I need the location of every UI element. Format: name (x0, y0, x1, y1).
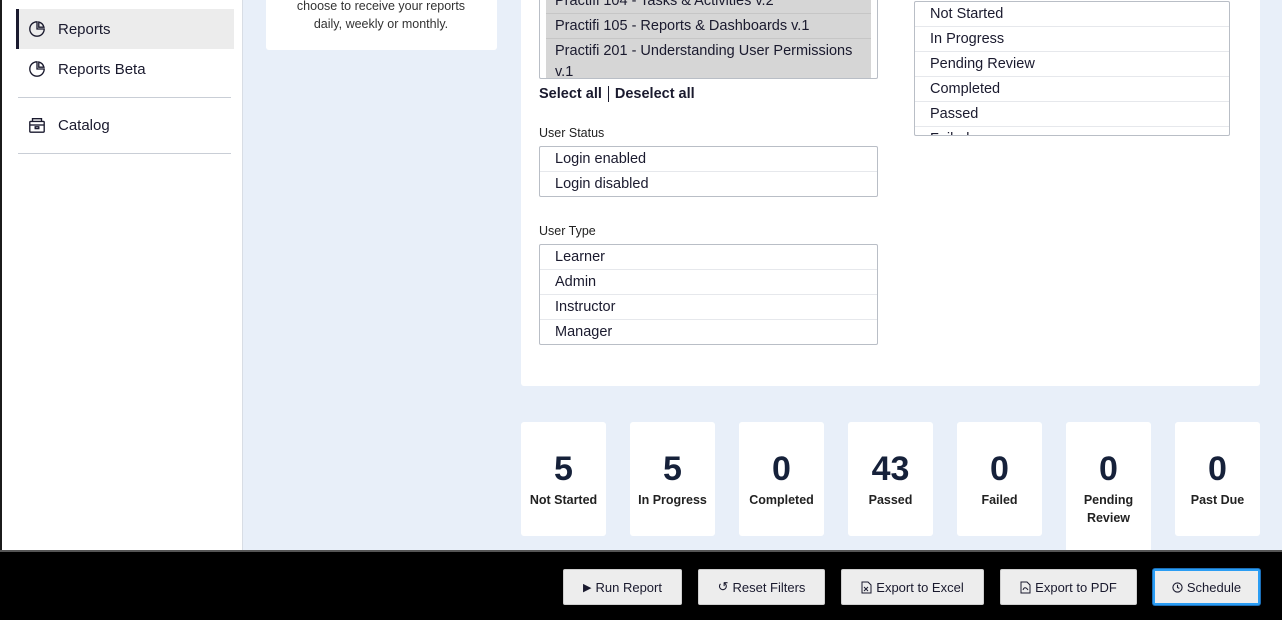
stat-value: 0 (990, 450, 1009, 488)
stat-label: In Progress (638, 493, 707, 507)
sidebar-item-reports[interactable]: Reports (16, 9, 234, 49)
progress-status-listbox[interactable]: Not Started In Progress Pending Review C… (914, 1, 1230, 136)
stat-value: 0 (1099, 450, 1118, 488)
progress-status-option[interactable]: In Progress (915, 27, 1229, 52)
progress-status-option[interactable]: Passed (915, 102, 1229, 127)
stat-value: 0 (772, 450, 791, 488)
schedule-info-text: choose to receive your reports daily, we… (296, 0, 466, 31)
course-option[interactable]: Practifi 201 - Understanding User Permis… (546, 39, 871, 78)
sidebar-item-catalog[interactable]: Catalog (16, 105, 234, 145)
sidebar-item-reports-beta[interactable]: Reports Beta (16, 49, 234, 89)
user-type-option[interactable]: Learner (540, 245, 877, 270)
user-type-option[interactable]: Instructor (540, 295, 877, 320)
sidebar: Reports Reports Beta Catalog (0, 0, 243, 552)
sidebar-item-label: Catalog (58, 116, 110, 134)
stat-label: Completed (749, 493, 814, 507)
pie-chart-icon (29, 61, 45, 77)
reset-icon: ↺ (717, 579, 729, 594)
user-status-option[interactable]: Login enabled (540, 147, 877, 172)
clock-icon (1172, 581, 1183, 593)
stat-value: 5 (663, 450, 682, 488)
stat-card-completed: 0 Completed (739, 422, 824, 536)
pdf-file-icon (1020, 581, 1031, 593)
export-excel-button[interactable]: Export to Excel (841, 569, 984, 605)
stat-label: Not Started (529, 493, 598, 507)
sidebar-divider (18, 97, 231, 98)
schedule-button[interactable]: Schedule (1153, 569, 1260, 605)
select-links: Select all Deselect all (539, 86, 695, 102)
stat-label: Failed (981, 493, 1018, 507)
course-listbox[interactable]: Practifi 104 - Tasks & Activities v.2 Pr… (539, 0, 878, 79)
sidebar-divider (18, 153, 231, 154)
reset-filters-button[interactable]: ↺ Reset Filters (698, 569, 825, 605)
excel-file-icon (861, 581, 872, 593)
catalog-icon (29, 118, 45, 133)
stat-card-not-started: 5 Not Started (521, 422, 606, 536)
course-option[interactable]: Practifi 105 - Reports & Dashboards v.1 (546, 14, 871, 39)
stat-value: 5 (554, 450, 573, 488)
stat-card-pending-review: 0 Pending Review (1066, 422, 1151, 552)
user-type-label: User Type (539, 224, 596, 238)
course-options: Practifi 104 - Tasks & Activities v.2 Pr… (546, 0, 871, 78)
deselect-all-link[interactable]: Deselect all (615, 86, 695, 102)
user-status-label: User Status (539, 126, 605, 140)
stat-value: 43 (871, 450, 910, 488)
user-type-option[interactable]: Manager (540, 320, 877, 344)
progress-status-option[interactable]: Failed (915, 127, 1229, 135)
stat-value: 0 (1208, 450, 1227, 488)
play-icon: ▶ (583, 581, 592, 594)
stat-label: Passed (868, 493, 913, 507)
sidebar-item-label: Reports Beta (58, 60, 146, 78)
link-separator (607, 86, 609, 102)
user-type-listbox[interactable]: Learner Admin Instructor Manager (539, 244, 878, 345)
select-all-link[interactable]: Select all (539, 86, 602, 102)
stat-card-in-progress: 5 In Progress (630, 422, 715, 536)
progress-status-option[interactable]: Not Started (915, 2, 1229, 27)
stat-card-past-due: 0 Past Due (1175, 422, 1260, 536)
user-type-option[interactable]: Admin (540, 270, 877, 295)
stat-label: Pending Review (1083, 493, 1134, 525)
progress-status-option[interactable]: Pending Review (915, 52, 1229, 77)
user-status-option[interactable]: Login disabled (540, 172, 877, 196)
progress-status-option[interactable]: Completed (915, 77, 1229, 102)
user-status-listbox[interactable]: Login enabled Login disabled (539, 146, 878, 197)
sidebar-item-label: Reports (58, 20, 111, 38)
stat-card-failed: 0 Failed (957, 422, 1042, 536)
stat-card-passed: 43 Passed (848, 422, 933, 536)
course-option[interactable]: Practifi 104 - Tasks & Activities v.2 (546, 0, 871, 14)
run-report-button[interactable]: ▶ Run Report (563, 569, 682, 605)
pie-chart-icon (29, 21, 45, 37)
stat-label: Past Due (1190, 493, 1245, 507)
export-pdf-button[interactable]: Export to PDF (1000, 569, 1137, 605)
